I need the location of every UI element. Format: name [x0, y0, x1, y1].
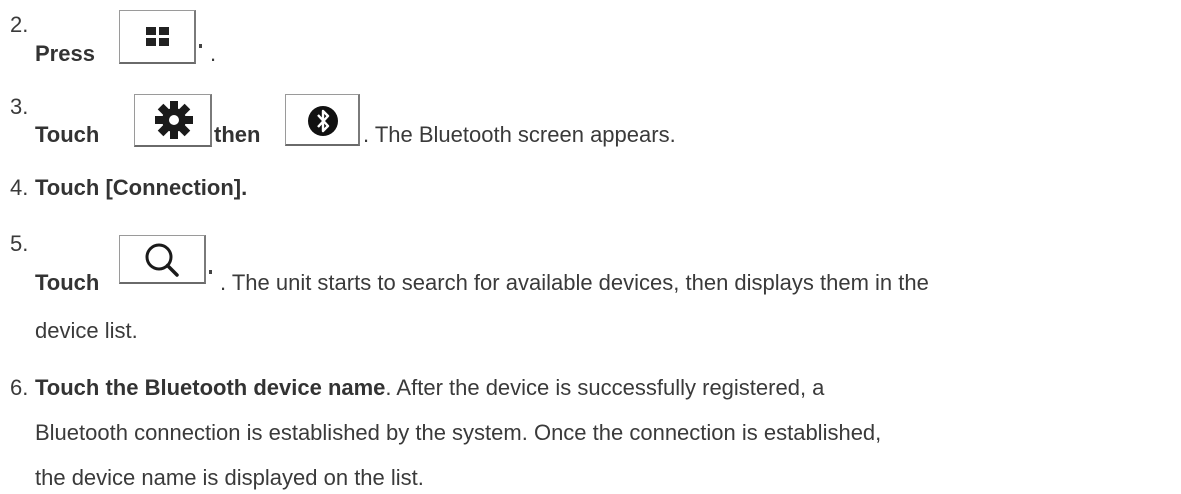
step-number: 3. — [10, 94, 29, 119]
step-action: Touch — [35, 270, 100, 295]
step-description-continued: the device name is displayed on the list… — [35, 465, 424, 490]
step-suffix: . — [210, 41, 217, 66]
gear-icon — [155, 101, 193, 139]
step-description: . After the device is successfully regis… — [385, 375, 825, 400]
step-connector: then — [214, 122, 261, 147]
settings-button[interactable] — [134, 94, 212, 147]
step-description: . The Bluetooth screen appears. — [363, 122, 676, 147]
step-description: . The unit starts to search for availabl… — [220, 270, 929, 295]
step-number: 4. — [10, 175, 29, 200]
step-number: 6. — [10, 375, 29, 400]
step-action: Touch [Connection]. — [35, 175, 248, 200]
step-text: Press — [35, 43, 95, 65]
step-number: 5. — [10, 231, 29, 256]
search-icon — [145, 243, 179, 277]
search-button[interactable] — [119, 235, 206, 284]
step-number: 2. — [10, 12, 29, 37]
step-description-continued: Bluetooth connection is established by t… — [35, 420, 882, 445]
step-line: Touch the Bluetooth device name. After t… — [35, 377, 824, 399]
grid-icon — [146, 27, 169, 46]
home-button[interactable] — [119, 10, 196, 64]
step-action: Touch — [35, 122, 100, 147]
bluetooth-button[interactable] — [285, 94, 360, 146]
step-action: Touch the Bluetooth device name — [35, 375, 386, 400]
bluetooth-icon — [308, 106, 338, 136]
step-action: Press — [35, 41, 95, 66]
step-description-continued: device list. — [35, 318, 138, 343]
